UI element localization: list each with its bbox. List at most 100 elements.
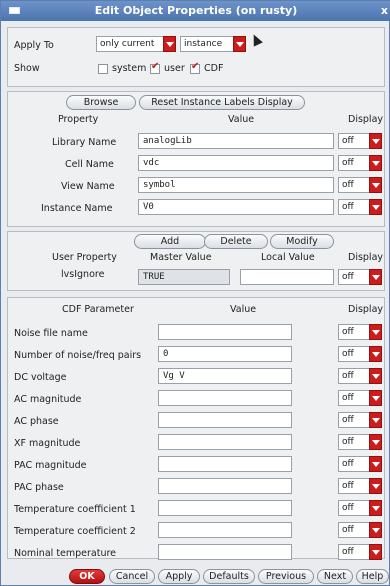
previous-button[interactable]: Previous (258, 569, 314, 584)
edit-object-properties-window: Edit Object Properties (on rusty) x Appl… (0, 0, 390, 586)
dc-voltage-label: DC voltage (14, 372, 67, 383)
local-value-column-header: Local Value (261, 252, 315, 263)
nominal-temperature-display-select[interactable]: off (338, 544, 382, 560)
chevron-down-icon[interactable] (369, 500, 382, 516)
apply-scope-value: instance (184, 39, 223, 49)
temp-coefficient-1-display-select[interactable]: off (338, 500, 382, 516)
library-name-label: Library Name (52, 137, 117, 148)
pac-magnitude-field[interactable] (158, 456, 292, 472)
dc-voltage-field[interactable]: Vg V (158, 368, 292, 384)
dc-voltage-display-select[interactable]: off (338, 368, 382, 384)
library-name-display-select[interactable]: off (338, 133, 382, 149)
lvsignore-label: lvsIgnore (61, 269, 105, 280)
instance-name-field[interactable]: V0 (138, 199, 334, 215)
chevron-down-icon[interactable] (369, 434, 382, 450)
nominal-temperature-field[interactable] (158, 544, 292, 560)
temp-coefficient-2-label: Temperature coefficient 2 (14, 526, 136, 537)
temp-coefficient-1-field[interactable] (158, 500, 292, 516)
instance-properties-panel: Browse Reset Instance Labels Display Pro… (7, 91, 385, 227)
reset-instance-labels-button[interactable]: Reset Instance Labels Display (139, 95, 305, 110)
ok-button[interactable]: OK (69, 569, 105, 584)
chevron-down-icon[interactable] (233, 36, 246, 52)
show-label: Show (14, 63, 40, 74)
ac-magnitude-field[interactable] (158, 390, 292, 406)
view-name-display-select[interactable]: off (338, 177, 382, 193)
show-cdf-label: CDF (204, 63, 224, 74)
noise-freq-pairs-display-select[interactable]: off (338, 346, 382, 362)
chevron-down-icon[interactable] (369, 412, 382, 428)
instance-name-label: Instance Name (41, 203, 113, 214)
chevron-down-icon[interactable] (369, 368, 382, 384)
instance-name-display-select[interactable]: off (338, 199, 382, 215)
chevron-down-icon[interactable] (369, 390, 382, 406)
apply-to-label: Apply To (14, 40, 54, 51)
lvsignore-local-value-field[interactable] (240, 269, 334, 285)
chevron-down-icon[interactable] (369, 346, 382, 362)
nominal-temperature-label: Nominal temperature (14, 548, 117, 559)
value-column-header: Value (228, 114, 255, 125)
cancel-button[interactable]: Cancel (109, 569, 155, 584)
noise-freq-pairs-field[interactable]: 0 (158, 346, 292, 362)
chevron-down-icon[interactable] (369, 456, 382, 472)
apply-to-value: only current (100, 39, 155, 49)
cell-name-display-select[interactable]: off (338, 155, 382, 171)
delete-button[interactable]: Delete (204, 234, 268, 249)
chevron-down-icon[interactable] (369, 177, 382, 193)
apply-to-select[interactable]: only current (96, 36, 176, 52)
cell-name-label: Cell Name (65, 159, 114, 170)
display-value: off (342, 202, 354, 212)
pac-phase-field[interactable] (158, 478, 292, 494)
display-value: off (342, 547, 354, 557)
pac-magnitude-display-select[interactable]: off (338, 456, 382, 472)
close-icon[interactable]: x (381, 4, 388, 17)
help-button[interactable]: Help (356, 569, 389, 584)
show-system-checkbox[interactable] (98, 64, 108, 74)
display-column-header: Display (348, 114, 384, 125)
window-title: Edit Object Properties (on rusty) (94, 4, 298, 17)
chevron-down-icon[interactable] (369, 522, 382, 538)
ac-phase-display-select[interactable]: off (338, 412, 382, 428)
chevron-down-icon[interactable] (369, 269, 382, 285)
view-name-field[interactable]: symbol (138, 177, 334, 193)
ac-phase-field[interactable] (158, 412, 292, 428)
chevron-down-icon[interactable] (369, 478, 382, 494)
show-user-checkbox[interactable] (150, 61, 160, 74)
library-name-field[interactable]: analogLib (138, 133, 334, 149)
browse-button[interactable]: Browse (66, 95, 136, 110)
lvsignore-master-value: TRUE (138, 269, 230, 285)
user-properties-panel: Add Delete Modify User Property Master V… (7, 231, 385, 291)
ac-magnitude-display-select[interactable]: off (338, 390, 382, 406)
show-cdf-checkbox[interactable] (190, 61, 200, 74)
modify-button[interactable]: Modify (270, 234, 334, 249)
chevron-down-icon[interactable] (369, 199, 382, 215)
chevron-down-icon[interactable] (369, 544, 382, 560)
title-bar[interactable]: Edit Object Properties (on rusty) x (1, 1, 390, 21)
temp-coefficient-2-display-select[interactable]: off (338, 522, 382, 538)
display-value: off (342, 415, 354, 425)
chevron-down-icon[interactable] (163, 36, 176, 52)
noise-freq-pairs-label: Number of noise/freq pairs (14, 350, 142, 361)
temp-coefficient-2-field[interactable] (158, 522, 292, 538)
defaults-button[interactable]: Defaults (203, 569, 255, 584)
add-button[interactable]: Add (134, 234, 206, 249)
chevron-down-icon[interactable] (369, 155, 382, 171)
display-value: off (342, 437, 354, 447)
noise-file-name-field[interactable] (158, 324, 292, 340)
pac-phase-display-select[interactable]: off (338, 478, 382, 494)
lvsignore-display-select[interactable]: off (338, 269, 382, 285)
xf-magnitude-field[interactable] (158, 434, 292, 450)
noise-file-name-display-select[interactable]: off (338, 324, 382, 340)
display-value: off (342, 349, 354, 359)
chevron-down-icon[interactable] (369, 324, 382, 340)
cell-name-field[interactable]: vdc (138, 155, 334, 171)
apply-scope-select[interactable]: instance (180, 36, 246, 52)
apply-button[interactable]: Apply (158, 569, 200, 584)
master-value-column-header: Master Value (150, 252, 212, 263)
xf-magnitude-display-select[interactable]: off (338, 434, 382, 450)
chevron-down-icon[interactable] (369, 133, 382, 149)
view-name-label: View Name (61, 181, 115, 192)
pac-magnitude-label: PAC magnitude (14, 460, 87, 471)
show-user-label: user (164, 63, 185, 74)
display-value: off (342, 371, 354, 381)
next-button[interactable]: Next (317, 569, 353, 584)
